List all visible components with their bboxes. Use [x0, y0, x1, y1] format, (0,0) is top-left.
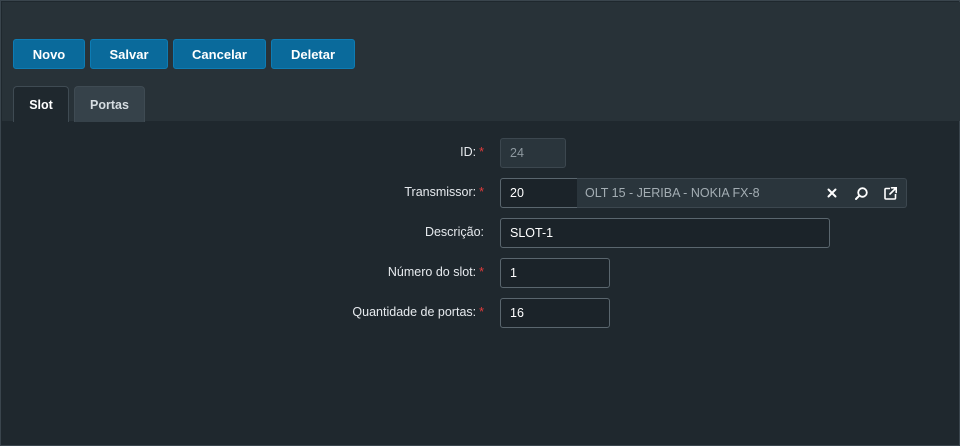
new-button[interactable]: Novo: [13, 39, 85, 69]
open-external-icon[interactable]: [882, 185, 898, 201]
field-row-descricao: Descrição: SLOT-1: [1, 218, 959, 248]
required-marker: *: [479, 185, 484, 199]
field-row-id: ID: * 24: [1, 138, 959, 168]
form-window: Novo Salvar Cancelar Deletar Slot Portas…: [0, 0, 960, 446]
cancel-button[interactable]: Cancelar: [173, 39, 266, 69]
quantidade-portas-label: Quantidade de portas: *: [352, 305, 484, 319]
delete-button[interactable]: Deletar: [271, 39, 355, 69]
lookup-actions: [824, 185, 898, 201]
field-row-quantidade-portas: Quantidade de portas: * 16: [1, 298, 959, 328]
transmissor-label-text: Transmissor:: [404, 185, 477, 199]
field-row-transmissor: Transmissor: * 20 OLT 15 - JERIBA - NOKIA…: [1, 178, 959, 208]
quantidade-portas-label-text: Quantidade de portas:: [352, 305, 477, 319]
transmissor-lookup: OLT 15 - JERIBA - NOKIA FX-8: [577, 178, 907, 208]
search-icon[interactable]: [853, 185, 869, 201]
tab-slot[interactable]: Slot: [13, 86, 69, 122]
id-label-text: ID:: [460, 145, 477, 159]
toolbar: Novo Salvar Cancelar Deletar: [13, 39, 355, 69]
transmissor-label: Transmissor: *: [404, 185, 484, 199]
required-marker: *: [479, 265, 484, 279]
numero-slot-input[interactable]: 1: [500, 258, 610, 288]
id-field: 24: [500, 138, 566, 168]
numero-slot-label-text: Número do slot:: [387, 265, 477, 279]
descricao-label-text: Descrição:: [424, 225, 484, 239]
transmissor-description: OLT 15 - JERIBA - NOKIA FX-8: [585, 186, 760, 200]
required-marker: *: [479, 145, 484, 159]
descricao-input[interactable]: SLOT-1: [500, 218, 830, 248]
tab-portas[interactable]: Portas: [74, 86, 145, 122]
numero-slot-label: Número do slot: *: [388, 265, 484, 279]
tab-bar: Slot Portas: [13, 86, 145, 122]
quantidade-portas-input[interactable]: 16: [500, 298, 610, 328]
transmissor-code-input[interactable]: 20: [500, 178, 578, 208]
field-row-numero-slot: Número do slot: * 1: [1, 258, 959, 288]
header-bar: Novo Salvar Cancelar Deletar Slot Portas: [2, 2, 960, 122]
required-marker: *: [479, 305, 484, 319]
id-label: ID: *: [460, 145, 484, 159]
save-button[interactable]: Salvar: [90, 39, 168, 69]
clear-icon[interactable]: [824, 185, 840, 201]
descricao-label: Descrição:: [425, 225, 484, 239]
